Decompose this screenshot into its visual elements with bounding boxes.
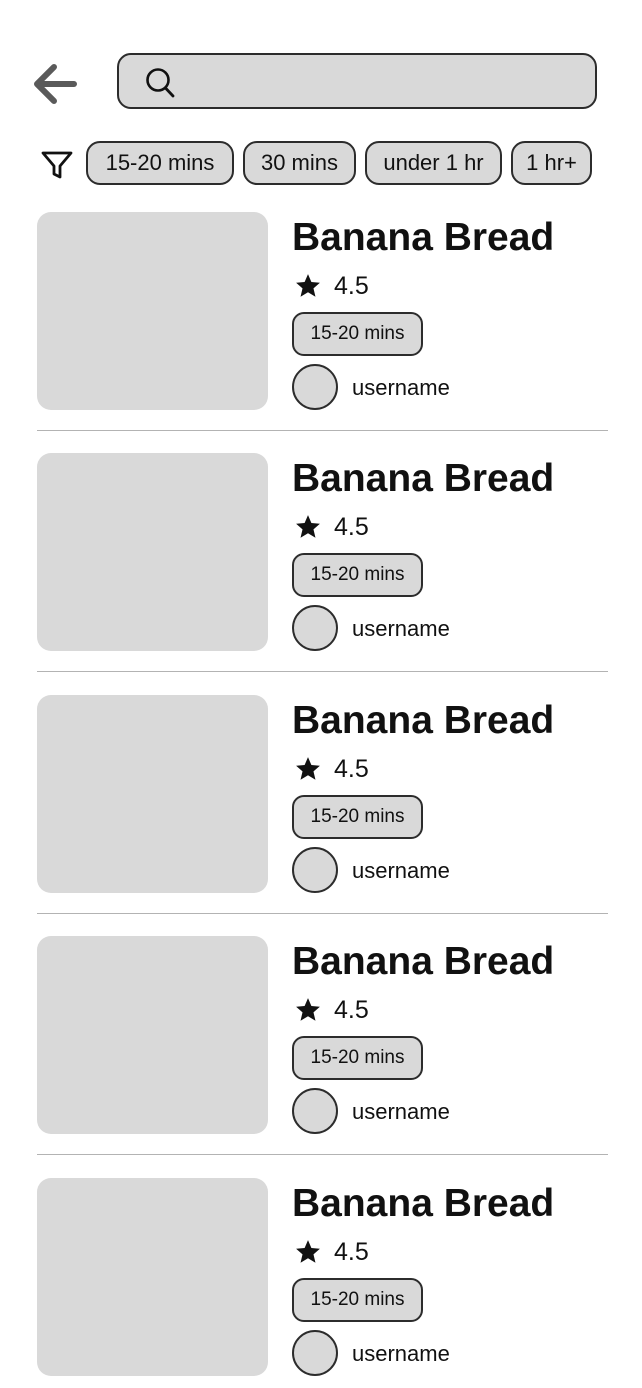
rating-value: 4.5	[334, 272, 369, 300]
recipe-title[interactable]: Banana Bread	[292, 938, 554, 986]
rating-row: 4.5	[294, 753, 369, 785]
username[interactable]: username	[352, 1339, 450, 1369]
star-icon	[296, 274, 320, 297]
top-bar: 15-20 mins 30 mins under 1 hr 1 hr+	[0, 0, 642, 200]
recipe-thumbnail[interactable]	[37, 453, 268, 651]
filter-chip-15-20-mins[interactable]: 15-20 mins	[86, 141, 234, 185]
time-badge: 15-20 mins	[292, 553, 423, 597]
divider	[37, 430, 608, 431]
recipe-thumbnail[interactable]	[37, 936, 268, 1134]
search-input[interactable]	[189, 55, 583, 109]
time-badge: 15-20 mins	[292, 1278, 423, 1322]
avatar[interactable]	[292, 1330, 338, 1376]
star-icon	[296, 757, 320, 780]
search-icon	[146, 68, 175, 98]
star-icon	[296, 998, 320, 1021]
rating-row: 4.5	[294, 270, 369, 302]
recipe-thumbnail[interactable]	[37, 695, 268, 893]
recipe-card[interactable]: Banana Bread 4.5 15-20 mins username	[0, 693, 642, 934]
star-icon	[296, 515, 320, 538]
recipe-card[interactable]: Banana Bread 4.5 15-20 mins username	[0, 934, 642, 1175]
avatar[interactable]	[292, 364, 338, 410]
filter-icon[interactable]	[38, 145, 76, 183]
rating-value: 4.5	[334, 513, 369, 541]
filter-chip-under-1-hr[interactable]: under 1 hr	[365, 141, 502, 185]
time-badge: 15-20 mins	[292, 795, 423, 839]
divider	[37, 1154, 608, 1155]
username[interactable]: username	[352, 614, 450, 644]
rating-row: 4.5	[294, 1236, 369, 1268]
username[interactable]: username	[352, 1097, 450, 1127]
recipe-title[interactable]: Banana Bread	[292, 697, 554, 745]
time-badge: 15-20 mins	[292, 312, 423, 356]
recipe-card[interactable]: Banana Bread 4.5 15-20 mins username	[0, 451, 642, 692]
recipe-title[interactable]: Banana Bread	[292, 455, 554, 503]
search-bar[interactable]	[117, 53, 597, 109]
divider	[37, 671, 608, 672]
username[interactable]: username	[352, 373, 450, 403]
avatar[interactable]	[292, 1088, 338, 1134]
avatar[interactable]	[292, 605, 338, 651]
recipe-title[interactable]: Banana Bread	[292, 1180, 554, 1228]
recipe-card[interactable]: Banana Bread 4.5 15-20 mins username	[0, 1176, 642, 1376]
filter-chip-30-mins[interactable]: 30 mins	[243, 141, 356, 185]
rating-value: 4.5	[334, 755, 369, 783]
recipe-thumbnail[interactable]	[37, 1178, 268, 1376]
rating-value: 4.5	[334, 996, 369, 1024]
star-icon	[296, 1240, 320, 1263]
filter-chip-1-hr-plus[interactable]: 1 hr+	[511, 141, 592, 185]
rating-value: 4.5	[334, 1238, 369, 1266]
avatar[interactable]	[292, 847, 338, 893]
rating-row: 4.5	[294, 511, 369, 543]
rating-row: 4.5	[294, 994, 369, 1026]
divider	[37, 913, 608, 914]
username[interactable]: username	[352, 856, 450, 886]
recipe-card[interactable]: Banana Bread 4.5 15-20 mins username	[0, 210, 642, 451]
recipe-thumbnail[interactable]	[37, 212, 268, 410]
back-button[interactable]	[28, 58, 80, 110]
recipe-title[interactable]: Banana Bread	[292, 214, 554, 262]
arrow-left-icon	[34, 64, 77, 104]
time-badge: 15-20 mins	[292, 1036, 423, 1080]
